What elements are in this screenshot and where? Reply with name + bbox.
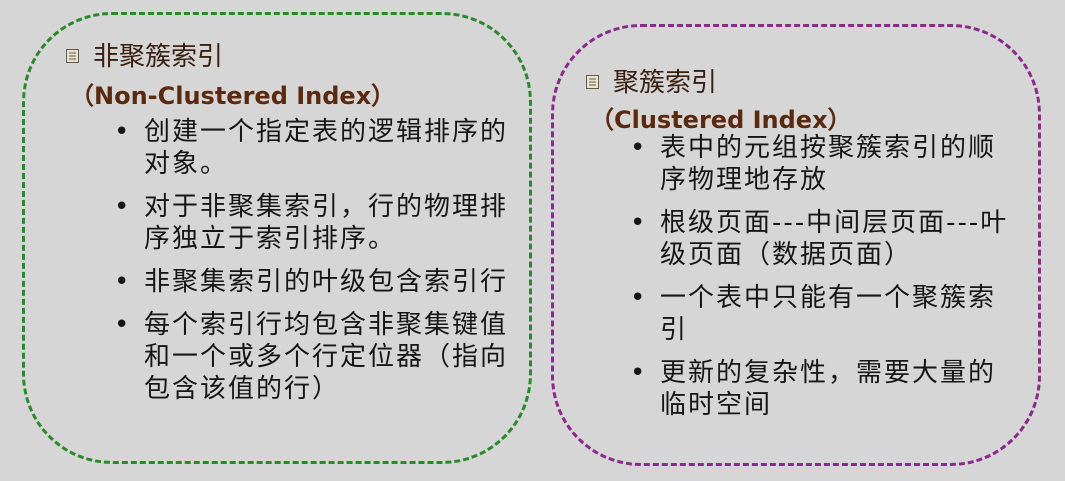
- non-clustered-heading-text: 非聚簇索引: [93, 42, 224, 72]
- bullet: •: [630, 208, 648, 238]
- list-item-text: 根级页面---中间层页面---叶级页面（数据页面）: [660, 208, 1009, 270]
- list-item-text: 创建一个指定表的逻辑排序的对象。: [144, 117, 509, 179]
- list-item-text: 表中的元组按聚簇索引的顺序物理地存放: [660, 133, 997, 195]
- list-item: • 更新的复杂性，需要大量的临时空间: [630, 357, 1020, 421]
- bullet: •: [114, 267, 132, 297]
- bullet: •: [630, 283, 648, 313]
- bullet: •: [114, 192, 132, 222]
- non-clustered-heading: 非聚簇索引: [66, 36, 223, 73]
- clustered-subheading: （Clustered Index）: [590, 106, 852, 134]
- list-item: • 创建一个指定表的逻辑排序的对象。: [114, 116, 524, 180]
- clustered-heading: 聚簇索引: [586, 62, 717, 99]
- list-item: • 非聚集索引的叶级包含索引行: [114, 266, 524, 298]
- list-item: • 对于非聚集索引，行的物理排序独立于索引排序。: [114, 191, 524, 255]
- list-item-text: 每个索引行均包含非聚集键值和一个或多个行定位器（指向包含该值的行）: [144, 310, 509, 404]
- list-item: • 根级页面---中间层页面---叶级页面（数据页面）: [630, 207, 1020, 271]
- square-bullet-icon: [66, 48, 79, 63]
- square-bullet-icon: [586, 74, 599, 89]
- clustered-list: • 表中的元组按聚簇索引的顺序物理地存放 • 根级页面---中间层页面---叶级页面…: [630, 132, 1020, 432]
- list-item-text: 更新的复杂性，需要大量的临时空间: [660, 358, 997, 420]
- bullet: •: [630, 358, 648, 388]
- list-item: • 每个索引行均包含非聚集键值和一个或多个行定位器（指向包含该值的行）: [114, 309, 524, 405]
- list-item-text: 一个表中只能有一个聚簇索引: [660, 283, 997, 345]
- list-item: • 一个表中只能有一个聚簇索引: [630, 282, 1020, 346]
- non-clustered-subheading: （Non-Clustered Index）: [70, 82, 396, 110]
- bullet: •: [630, 133, 648, 163]
- bullet: •: [114, 310, 132, 340]
- list-item-text: 对于非聚集索引，行的物理排序独立于索引排序。: [144, 192, 509, 254]
- list-item: • 表中的元组按聚簇索引的顺序物理地存放: [630, 132, 1020, 196]
- non-clustered-list: • 创建一个指定表的逻辑排序的对象。 • 对于非聚集索引，行的物理排序独立于索引排序…: [114, 116, 524, 416]
- list-item-text: 非聚集索引的叶级包含索引行: [144, 267, 509, 297]
- clustered-heading-text: 聚簇索引: [613, 68, 718, 98]
- bullet: •: [114, 117, 132, 147]
